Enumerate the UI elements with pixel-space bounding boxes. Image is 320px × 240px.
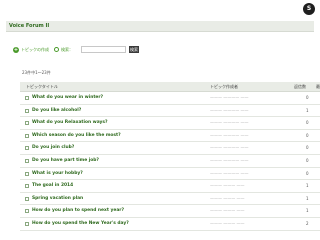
table-header: トピックタイトル トピック作成者 返信数 最 [20,82,320,92]
topic-icon [25,171,29,176]
table-row: What is your hobby? ——— ———— —— 0 [20,168,320,181]
topic-creator: ——— ——— —— [210,183,245,189]
search-icon [54,47,59,52]
topic-creator: ——— ———— —— [210,132,249,138]
topic-title-link[interactable]: What do you Relaxation ways? [32,120,108,125]
column-header-creator[interactable]: トピック作成者 [210,84,238,90]
table-row: Do you have part time job? ——— ———— —— 0 [20,155,320,168]
topic-title-link[interactable]: Do you have part time job? [32,158,99,163]
topic-icon [25,133,29,138]
topic-icon [25,196,29,201]
topic-creator: ——— ——— —— [210,208,245,214]
column-header-replies[interactable]: 返信数 [294,84,306,90]
topic-icon [25,146,29,151]
topic-icon [25,96,29,100]
topic-title-link[interactable]: Spring vacation plan [32,196,83,201]
table-row: How do you spend the New Year's day? ———… [20,218,320,231]
topic-title-link[interactable]: What do you wear in winter? [32,95,103,100]
forum-title[interactable]: Voice Forum II [9,23,49,29]
reply-count: 2 [306,220,309,226]
top-bar: S [0,0,320,18]
table-row: Do you join club? ——— ———— —— 0 [20,142,320,155]
topic-creator: ——— ———— —— [210,145,249,151]
topic-title-link[interactable]: How do you spend the New Year's day? [32,221,129,226]
topic-table: トピックタイトル トピック作成者 返信数 最 What do you wear … [20,82,320,231]
create-topic-link[interactable]: トピックの作成 [21,47,49,53]
reply-count: 0 [306,120,309,126]
topic-creator: ——— ———— —— [210,107,249,113]
reply-count: 1 [306,183,309,189]
topic-creator: ——— ——— —— [210,220,245,226]
topic-toolbar: + トピックの作成 検索： 検索 [6,46,146,56]
reply-count: 1 [306,195,309,201]
table-row: The goal in 2014 ——— ——— —— 1 [20,180,320,193]
forum-header: Voice Forum II [6,21,314,32]
topic-title-link[interactable]: How do you plan to spend next year? [32,208,124,213]
topic-title-link[interactable]: Do you join club? [32,145,74,150]
table-row: Do you like alcohol? ——— ———— —— 1 [20,105,320,118]
topic-icon [25,158,29,163]
column-header-title[interactable]: トピックタイトル [26,84,58,90]
topic-icon [25,184,29,189]
reply-count: 0 [306,170,309,176]
topic-icon [25,108,29,113]
search-label: 検索： [61,47,73,52]
reply-count: 0 [306,145,309,151]
column-header-extra[interactable]: 最 [316,84,320,90]
topic-creator: ——— ——— —— [210,195,245,201]
topic-icon [25,121,29,126]
app-logo: S [303,3,315,15]
table-row: Which season do you like the most? ——— —… [20,130,320,143]
table-row: How do you plan to spend next year? ——— … [20,205,320,218]
topic-creator: ——— ———— —— [210,170,249,176]
topic-creator: ——— ———— —— [210,157,249,163]
plus-icon[interactable]: + [13,47,19,53]
table-row: Spring vacation plan ——— ——— —— 1 [20,193,320,206]
reply-count: 1 [306,107,309,113]
reply-count: 0 [306,132,309,138]
topic-title-link[interactable]: The goal in 2014 [32,183,73,188]
reply-count: 1 [306,208,309,214]
search-button[interactable]: 検索 [129,46,139,53]
table-row: What do you wear in winter? ——— ———— —— … [20,92,320,105]
topic-title-link[interactable]: Which season do you like the most? [32,133,121,138]
topic-creator: ——— ———— —— [210,95,249,100]
topic-title-link[interactable]: What is your hobby? [32,171,83,176]
topic-icon [25,221,29,226]
topic-creator: ——— ———— —— [210,120,249,126]
table-row: What do you Relaxation ways? ——— ———— ——… [20,117,320,130]
reply-count: 0 [306,157,309,163]
topic-icon [25,209,29,214]
topic-title-link[interactable]: Do you like alcohol? [32,108,81,113]
search-input[interactable] [81,46,126,53]
result-count: 23件中1～23件 [22,70,51,75]
reply-count: 0 [306,95,309,100]
